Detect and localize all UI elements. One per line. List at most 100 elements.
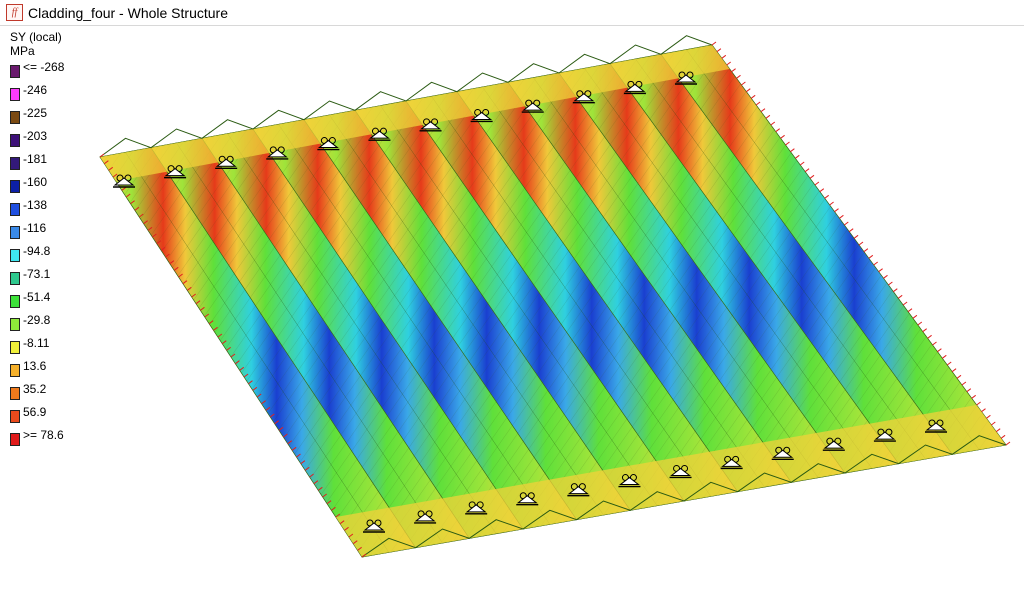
restraint-tick bbox=[858, 241, 864, 246]
restraint-tick bbox=[917, 321, 923, 326]
restraint-tick bbox=[814, 181, 820, 186]
restraint-tick bbox=[922, 328, 928, 333]
restraint-tick bbox=[750, 94, 756, 99]
legend-entry: -203 bbox=[10, 129, 130, 147]
legend-value-label: -8.11 bbox=[23, 336, 50, 350]
legend-color-swatch bbox=[10, 410, 20, 423]
restraint-tick bbox=[848, 228, 854, 233]
restraint-tick bbox=[790, 148, 795, 153]
restraint-tick bbox=[721, 54, 727, 59]
app-icon[interactable]: ff bbox=[6, 4, 23, 21]
legend-entry: <= -268 bbox=[10, 60, 130, 78]
restraint-tick bbox=[839, 214, 844, 219]
legend-value-label: -203 bbox=[23, 129, 48, 143]
legend-value-label: -116 bbox=[23, 221, 47, 235]
legend-entry: 13.6 bbox=[10, 359, 130, 377]
legend-value-label: -138 bbox=[23, 198, 48, 212]
restraint-tick bbox=[804, 168, 810, 173]
restraint-tick bbox=[986, 414, 991, 419]
restraint-tick bbox=[937, 348, 942, 353]
restraint-tick bbox=[907, 308, 913, 313]
legend-color-swatch bbox=[10, 88, 20, 101]
restraint-tick bbox=[863, 248, 869, 253]
restraint-tick bbox=[1000, 434, 1006, 439]
legend-color-swatch bbox=[10, 249, 20, 262]
restraint-tick bbox=[824, 194, 830, 199]
restraint-tick bbox=[755, 101, 761, 106]
restraint-tick bbox=[1005, 441, 1011, 446]
legend-entry: >= 78.6 bbox=[10, 428, 130, 446]
restraint-tick bbox=[981, 408, 986, 413]
legend-entry: -181 bbox=[10, 152, 130, 170]
legend-color-swatch bbox=[10, 295, 20, 308]
legend-quantity: SY (local) bbox=[10, 30, 62, 44]
stress-contour-plot[interactable] bbox=[0, 27, 1024, 611]
restraint-tick bbox=[941, 354, 947, 359]
restraint-tick bbox=[932, 341, 937, 346]
legend-value-label: -225 bbox=[23, 106, 48, 120]
restraint-tick bbox=[990, 421, 996, 426]
restraint-tick bbox=[888, 281, 893, 286]
legend-color-swatch bbox=[10, 111, 20, 124]
legend-color-swatch bbox=[10, 341, 20, 354]
restraint-tick bbox=[731, 68, 736, 73]
restraint-tick bbox=[829, 201, 834, 206]
restraint-tick bbox=[780, 134, 785, 139]
legend-value-label: -94.8 bbox=[23, 244, 51, 258]
restraint-tick bbox=[819, 188, 825, 193]
legend-value-label: -51.4 bbox=[23, 290, 51, 304]
restraint-tick bbox=[794, 154, 800, 159]
restraint-tick bbox=[799, 161, 805, 166]
contour-legend: SY (local) MPa <= -268 -246 -225 -203 -181 -1… bbox=[10, 30, 64, 446]
legend-value-label: -246 bbox=[23, 83, 48, 97]
restraint-tick bbox=[995, 428, 1001, 433]
legend-value-label: >= 78.6 bbox=[23, 428, 64, 442]
legend-entry: -51.4 bbox=[10, 290, 130, 308]
restraint-tick bbox=[770, 121, 776, 126]
legend-entry: -29.8 bbox=[10, 313, 130, 331]
legend-value-label: -160 bbox=[23, 175, 48, 189]
restraint-tick bbox=[971, 394, 977, 399]
graphics-viewport[interactable]: SY (local) MPa <= -268 -246 -225 -203 -181 -1… bbox=[0, 27, 1024, 611]
restraint-tick bbox=[878, 268, 883, 273]
restraint-tick bbox=[853, 234, 859, 239]
legend-entry: -138 bbox=[10, 198, 130, 216]
legend-entry: -246 bbox=[10, 83, 130, 101]
restraint-tick bbox=[760, 108, 766, 113]
legend-value-label: -181 bbox=[23, 152, 48, 166]
restraint-tick bbox=[745, 88, 751, 93]
legend-color-swatch bbox=[10, 134, 20, 147]
legend-value-label: 56.9 bbox=[23, 405, 47, 419]
legend-value-label: 13.6 bbox=[23, 359, 47, 373]
window-title: Cladding_four - Whole Structure bbox=[28, 4, 228, 21]
legend-color-swatch bbox=[10, 364, 20, 377]
legend-entry: -94.8 bbox=[10, 244, 130, 262]
legend-color-swatch bbox=[10, 203, 20, 216]
application-window: ff Cladding_four - Whole Structure SY (l… bbox=[0, 0, 1024, 611]
restraint-tick bbox=[726, 61, 732, 66]
restraint-tick bbox=[961, 381, 967, 386]
restraint-tick bbox=[843, 221, 849, 226]
legend-unit: MPa bbox=[10, 44, 35, 58]
legend-color-swatch bbox=[10, 433, 20, 446]
legend-color-swatch bbox=[10, 180, 20, 193]
legend-color-swatch bbox=[10, 272, 20, 285]
legend-color-swatch bbox=[10, 157, 20, 170]
legend-value-label: -73.1 bbox=[23, 267, 51, 281]
legend-color-swatch bbox=[10, 318, 20, 331]
restraint-tick bbox=[765, 114, 771, 119]
restraint-tick bbox=[716, 48, 722, 53]
restraint-tick bbox=[785, 141, 790, 146]
restraint-tick bbox=[883, 274, 888, 279]
restraint-tick bbox=[809, 174, 815, 179]
title-bar[interactable]: ff Cladding_four - Whole Structure bbox=[0, 0, 1024, 26]
legend-color-swatch bbox=[10, 226, 20, 239]
legend-entry: 56.9 bbox=[10, 405, 130, 423]
legend-entry: -73.1 bbox=[10, 267, 130, 285]
restraint-tick bbox=[902, 301, 908, 306]
restraint-tick bbox=[927, 334, 932, 339]
legend-value-label: <= -268 bbox=[23, 60, 65, 74]
restraint-tick bbox=[946, 361, 952, 366]
legend-color-swatch bbox=[10, 387, 20, 400]
legend-entry: 35.2 bbox=[10, 382, 130, 400]
